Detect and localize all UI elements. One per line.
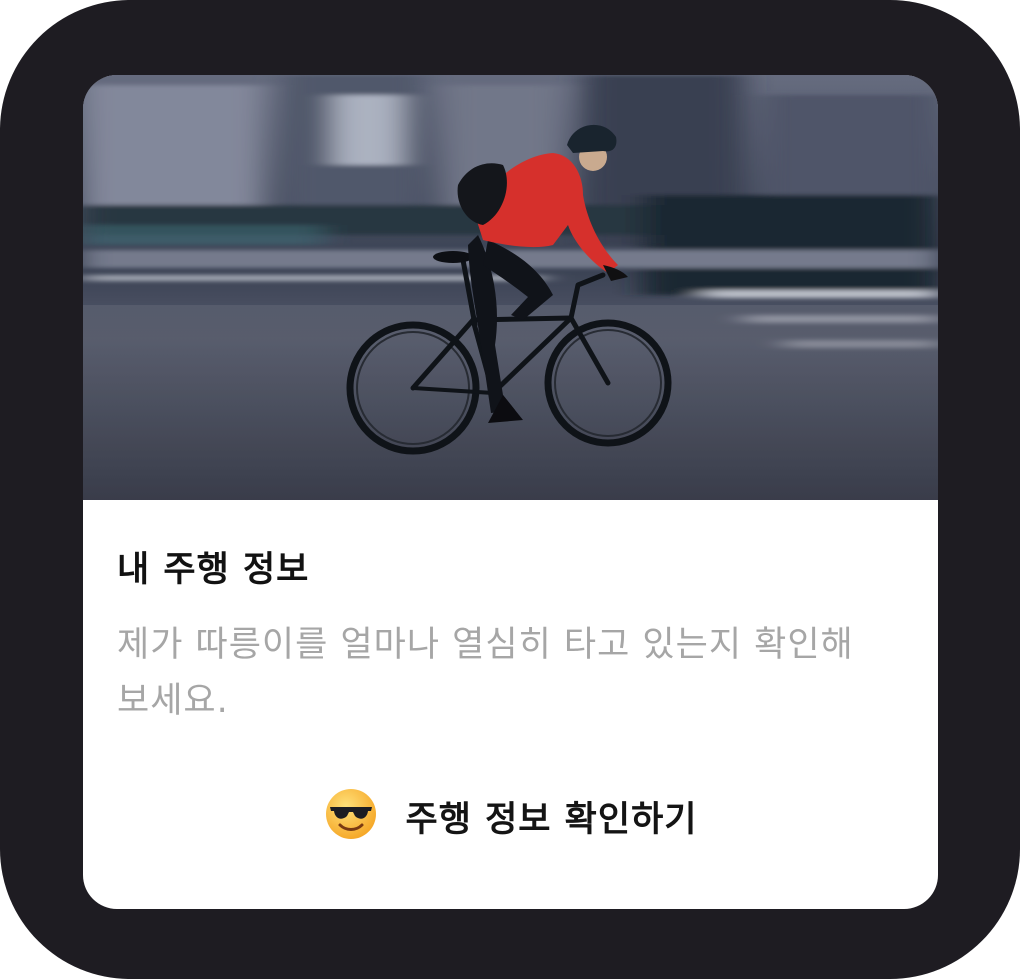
cta-label: 주행 정보 확인하기 <box>405 799 698 840</box>
card-description: 제가 따릉이를 얼마나 열심히 타고 있는지 확인해보세요. <box>117 625 854 721</box>
card-title: 내 주행 정보 <box>117 550 310 590</box>
view-riding-info-button[interactable]: 주행 정보 확인하기 <box>83 781 938 851</box>
widget-frame: 내 주행 정보 제가 따릉이를 얼마나 열심히 타고 있는지 확인해보세요. 주… <box>0 0 1020 979</box>
cyclist-photo <box>83 75 938 500</box>
sunglasses-emoji-icon <box>324 787 378 845</box>
riding-info-card[interactable]: 내 주행 정보 제가 따릉이를 얼마나 열심히 타고 있는지 확인해보세요. 주… <box>83 75 938 909</box>
